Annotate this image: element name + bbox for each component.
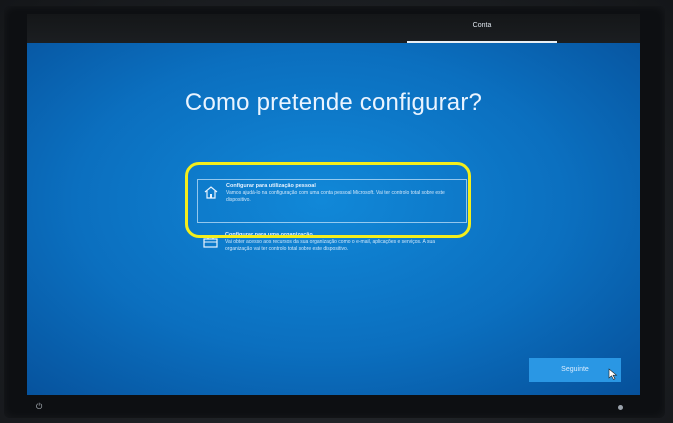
- tab-account: Conta: [407, 14, 557, 43]
- highlight-annotation: [185, 162, 471, 238]
- setup-progress-bar: Conta: [27, 14, 640, 43]
- mouse-cursor-icon: [608, 368, 618, 380]
- photo-of-monitor: Conta Como pretende configurar? Configur…: [0, 0, 673, 423]
- oobe-screen: Como pretende configurar? Configurar par…: [27, 43, 640, 395]
- page-title: Como pretende configurar?: [184, 89, 483, 116]
- option-organization-description: Vai obter acesso aos recursos da sua org…: [225, 239, 436, 252]
- power-icon: ⏻: [36, 402, 43, 411]
- tab-account-label: Conta: [472, 22, 492, 29]
- status-led-icon: [618, 405, 623, 410]
